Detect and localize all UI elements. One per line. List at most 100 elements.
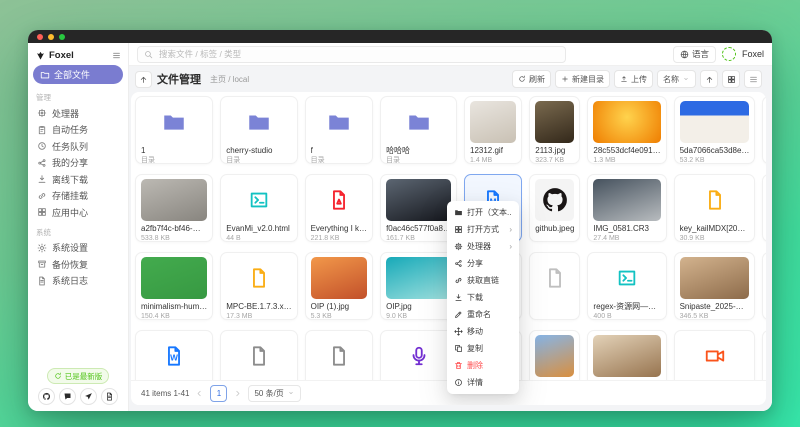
menu-item-label: 处理器 [467, 241, 505, 252]
file-card[interactable]: Everything I k…221.8 KB [305, 174, 373, 242]
file-card[interactable]: github.jpeg [529, 174, 580, 242]
app-name: Foxel [49, 50, 109, 61]
menu-item-rename[interactable]: 重命名 [450, 306, 516, 323]
sidebar-item-processors[interactable]: 处理器 [33, 105, 123, 122]
menu-item-share[interactable]: 分享 [450, 255, 516, 272]
file-card[interactable]: L2xvY2FsLzEyMz…8.4 KB [762, 174, 766, 242]
menu-item-move[interactable]: 移动 [450, 323, 516, 340]
file-card[interactable]: Sony Xperia 10…1.0 MB [762, 252, 766, 320]
sidebar-item-system-settings[interactable]: 系统设置 [33, 240, 123, 257]
share-icon [37, 158, 47, 168]
list-view-button[interactable] [744, 70, 762, 88]
sidebar-item-auto-tasks[interactable]: 自动任务 [33, 122, 123, 139]
user-avatar[interactable] [722, 47, 736, 61]
file-card[interactable]: 12312.gif1.4 MB [464, 96, 522, 164]
sidebar-collapse-icon[interactable] [112, 51, 121, 60]
sidebar-item-all-files[interactable]: 全部文件 [33, 65, 123, 84]
search-input[interactable] [157, 48, 559, 60]
sort-label: 名称 [663, 74, 679, 85]
sidebar-item-task-queue[interactable]: 任务队列 [33, 138, 123, 155]
folder-card[interactable]: 哈哈哈目录 [380, 96, 457, 164]
image-thumbnail [680, 257, 750, 299]
send-link[interactable] [80, 388, 97, 405]
refresh-button[interactable]: 刷新 [512, 70, 551, 88]
folder-icon [40, 70, 50, 80]
file-card[interactable]: EvanMi_v2.0.html44 B [220, 174, 297, 242]
search-box[interactable] [137, 46, 566, 63]
sidebar-item-label: 离线下载 [52, 173, 88, 186]
sidebar-item-system-logs[interactable]: 系统日志 [33, 273, 123, 290]
next-page-icon[interactable] [233, 389, 242, 398]
update-badge-label: 已是最新版 [65, 371, 103, 382]
menu-item-processor[interactable]: 处理器› [450, 238, 516, 255]
apps-icon [454, 225, 463, 234]
menu-item-open-with[interactable]: 打开方式› [450, 221, 516, 238]
move-icon [454, 327, 463, 336]
file-card[interactable]: f0ac46c577f0a8…161.7 KB [380, 174, 457, 242]
folder-thumbnail [226, 101, 291, 143]
file-card[interactable]: Snipaste_2025-…346.5 KB [674, 252, 756, 320]
folder-card[interactable]: f目录 [305, 96, 373, 164]
file-card[interactable]: regex-资源网—…400 B [587, 252, 666, 320]
cpu-icon [454, 242, 463, 251]
doc-link[interactable] [101, 388, 118, 405]
menu-item-details[interactable]: 详情 [450, 374, 516, 391]
file-card[interactable] [529, 252, 580, 320]
cpu-icon [37, 108, 47, 118]
new-folder-button[interactable]: 新建目录 [555, 70, 610, 88]
sidebar-item-storage-mounts[interactable]: 存储挂载 [33, 188, 123, 205]
file-type-thumbnail [311, 335, 367, 377]
user-name: Foxel [742, 49, 764, 59]
maximize-window-button[interactable] [59, 34, 65, 40]
minimize-window-button[interactable] [48, 34, 54, 40]
menu-item-copy[interactable]: 复制 [450, 340, 516, 357]
file-card[interactable]: key_kailMDX[20…30.9 KB [674, 174, 756, 242]
file-card[interactable]: minimalism-hum…150.4 KB [135, 252, 213, 320]
search-icon [144, 50, 153, 59]
menu-item-download[interactable]: 下载 [450, 289, 516, 306]
language-button[interactable]: 语言 [673, 46, 716, 63]
file-card[interactable]: 28c553dcf4e091…1.3 MB [587, 96, 666, 164]
file-type-thumbnail [311, 179, 367, 221]
file-card[interactable]: IMG_0581.CR327.4 MB [587, 174, 666, 242]
chat-link[interactable] [59, 388, 76, 405]
download-icon [37, 174, 47, 184]
folder-card[interactable]: 1目录 [135, 96, 213, 164]
file-card[interactable]: copilot-active…1.3 MB [762, 96, 766, 164]
folder-card[interactable]: cherry-studio目录 [220, 96, 297, 164]
send-icon [84, 392, 93, 401]
sort-direction-button[interactable] [700, 70, 718, 88]
upload-button[interactable]: 上传 [614, 70, 653, 88]
sync-icon [54, 372, 62, 380]
menu-item-direct-link[interactable]: 获取直链 [450, 272, 516, 289]
github-link[interactable] [38, 388, 55, 405]
file-type-thumbnail [386, 335, 451, 377]
language-label: 语言 [692, 48, 709, 60]
close-window-button[interactable] [37, 34, 43, 40]
page-size-select[interactable]: 50 条/页 [248, 385, 300, 402]
app-logo: Foxel [33, 48, 123, 65]
sidebar-item-app-center[interactable]: 应用中心 [33, 204, 123, 221]
file-card[interactable]: 2113.jpg323.7 KB [529, 96, 580, 164]
sidebar-item-my-shares[interactable]: 我的分享 [33, 155, 123, 172]
update-badge: 已是最新版 [47, 368, 110, 384]
prev-page-icon[interactable] [195, 389, 204, 398]
sidebar-item-backup-restore[interactable]: 备份恢复 [33, 256, 123, 273]
sort-select[interactable]: 名称 [657, 70, 696, 88]
file-card[interactable]: OIP (1).jpg5.3 KB [305, 252, 373, 320]
menu-item-delete[interactable]: 删除 [450, 357, 516, 374]
file-card[interactable]: OIP.jpg9.0 KB [380, 252, 457, 320]
file-card[interactable]: 5da7066ca53d8e…53.2 KB [674, 96, 756, 164]
file-size: 1.4 MB [470, 156, 516, 165]
folder-thumbnail [141, 101, 207, 143]
menu-item-open[interactable]: 打开（文本... [450, 204, 516, 221]
page-number-button[interactable]: 1 [210, 385, 227, 402]
grid-view-button[interactable] [722, 70, 740, 88]
file-card[interactable]: a2fb7f4c-bf46-…533.8 KB [135, 174, 213, 242]
file-card[interactable]: MPC-BE.1.7.3.x…17.3 MB [220, 252, 297, 320]
sidebar-item-offline-download[interactable]: 离线下载 [33, 171, 123, 188]
menu-item-label: 打开方式 [467, 224, 505, 235]
file-name: minimalism-hum… [141, 302, 207, 312]
go-up-button[interactable] [135, 71, 152, 88]
menu-item-label: 移动 [467, 326, 512, 337]
